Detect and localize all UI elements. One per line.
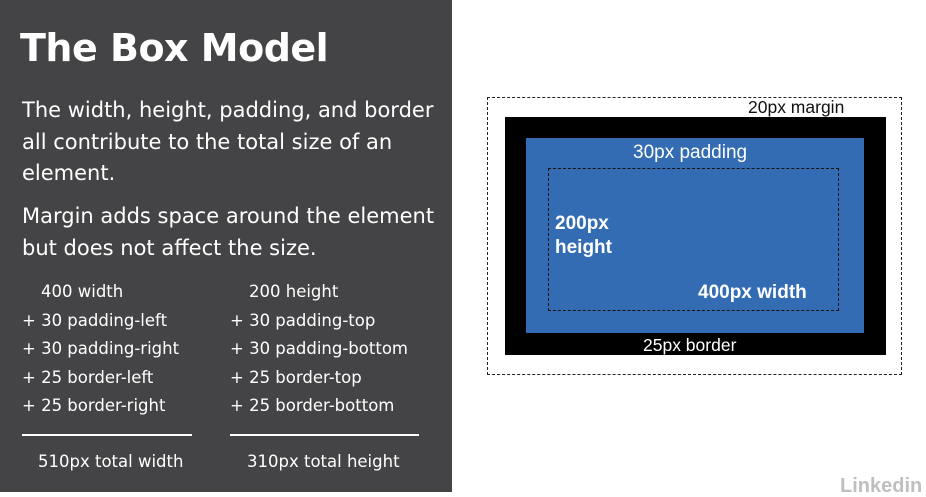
height-border-bottom: + 25 border-bottom	[230, 396, 395, 415]
content-height-label: 200px height	[555, 213, 612, 258]
border-label: 25px border	[643, 335, 737, 355]
width-border-right: + 25 border-right	[22, 396, 166, 415]
width-padding-right: + 30 padding-right	[22, 339, 180, 358]
height-border-top: + 25 border-top	[230, 367, 362, 387]
height-sum-divider	[230, 434, 419, 436]
intro-paragraph: The width, height, padding, and border a…	[22, 98, 434, 185]
text-panel: The Box Model The width, height, padding…	[0, 0, 452, 492]
margin-paragraph: Margin adds space around the element but…	[22, 204, 435, 260]
width-base: 400 width	[41, 282, 124, 301]
width-border-left: + 25 border-left	[22, 367, 154, 387]
slide-title: The Box Model	[20, 26, 329, 70]
padding-label: 30px padding	[633, 142, 748, 163]
width-sum-divider	[22, 434, 192, 436]
height-padding-bottom: + 30 padding-bottom	[230, 339, 408, 358]
height-base: 200 height	[249, 282, 339, 301]
width-calculation: 400 width + 30 padding-left + 30 padding…	[22, 278, 179, 421]
total-height: 310px total height	[247, 452, 400, 471]
total-width: 510px total width	[38, 452, 184, 471]
linkedin-watermark: Linkedin	[840, 475, 923, 497]
content-width-label: 400px width	[698, 282, 807, 303]
height-calculation: 200 height + 30 padding-top + 30 padding…	[230, 278, 408, 421]
margin-label: 20px margin	[748, 97, 845, 117]
width-padding-left: + 30 padding-left	[22, 310, 168, 330]
height-padding-top: + 30 padding-top	[230, 310, 376, 330]
